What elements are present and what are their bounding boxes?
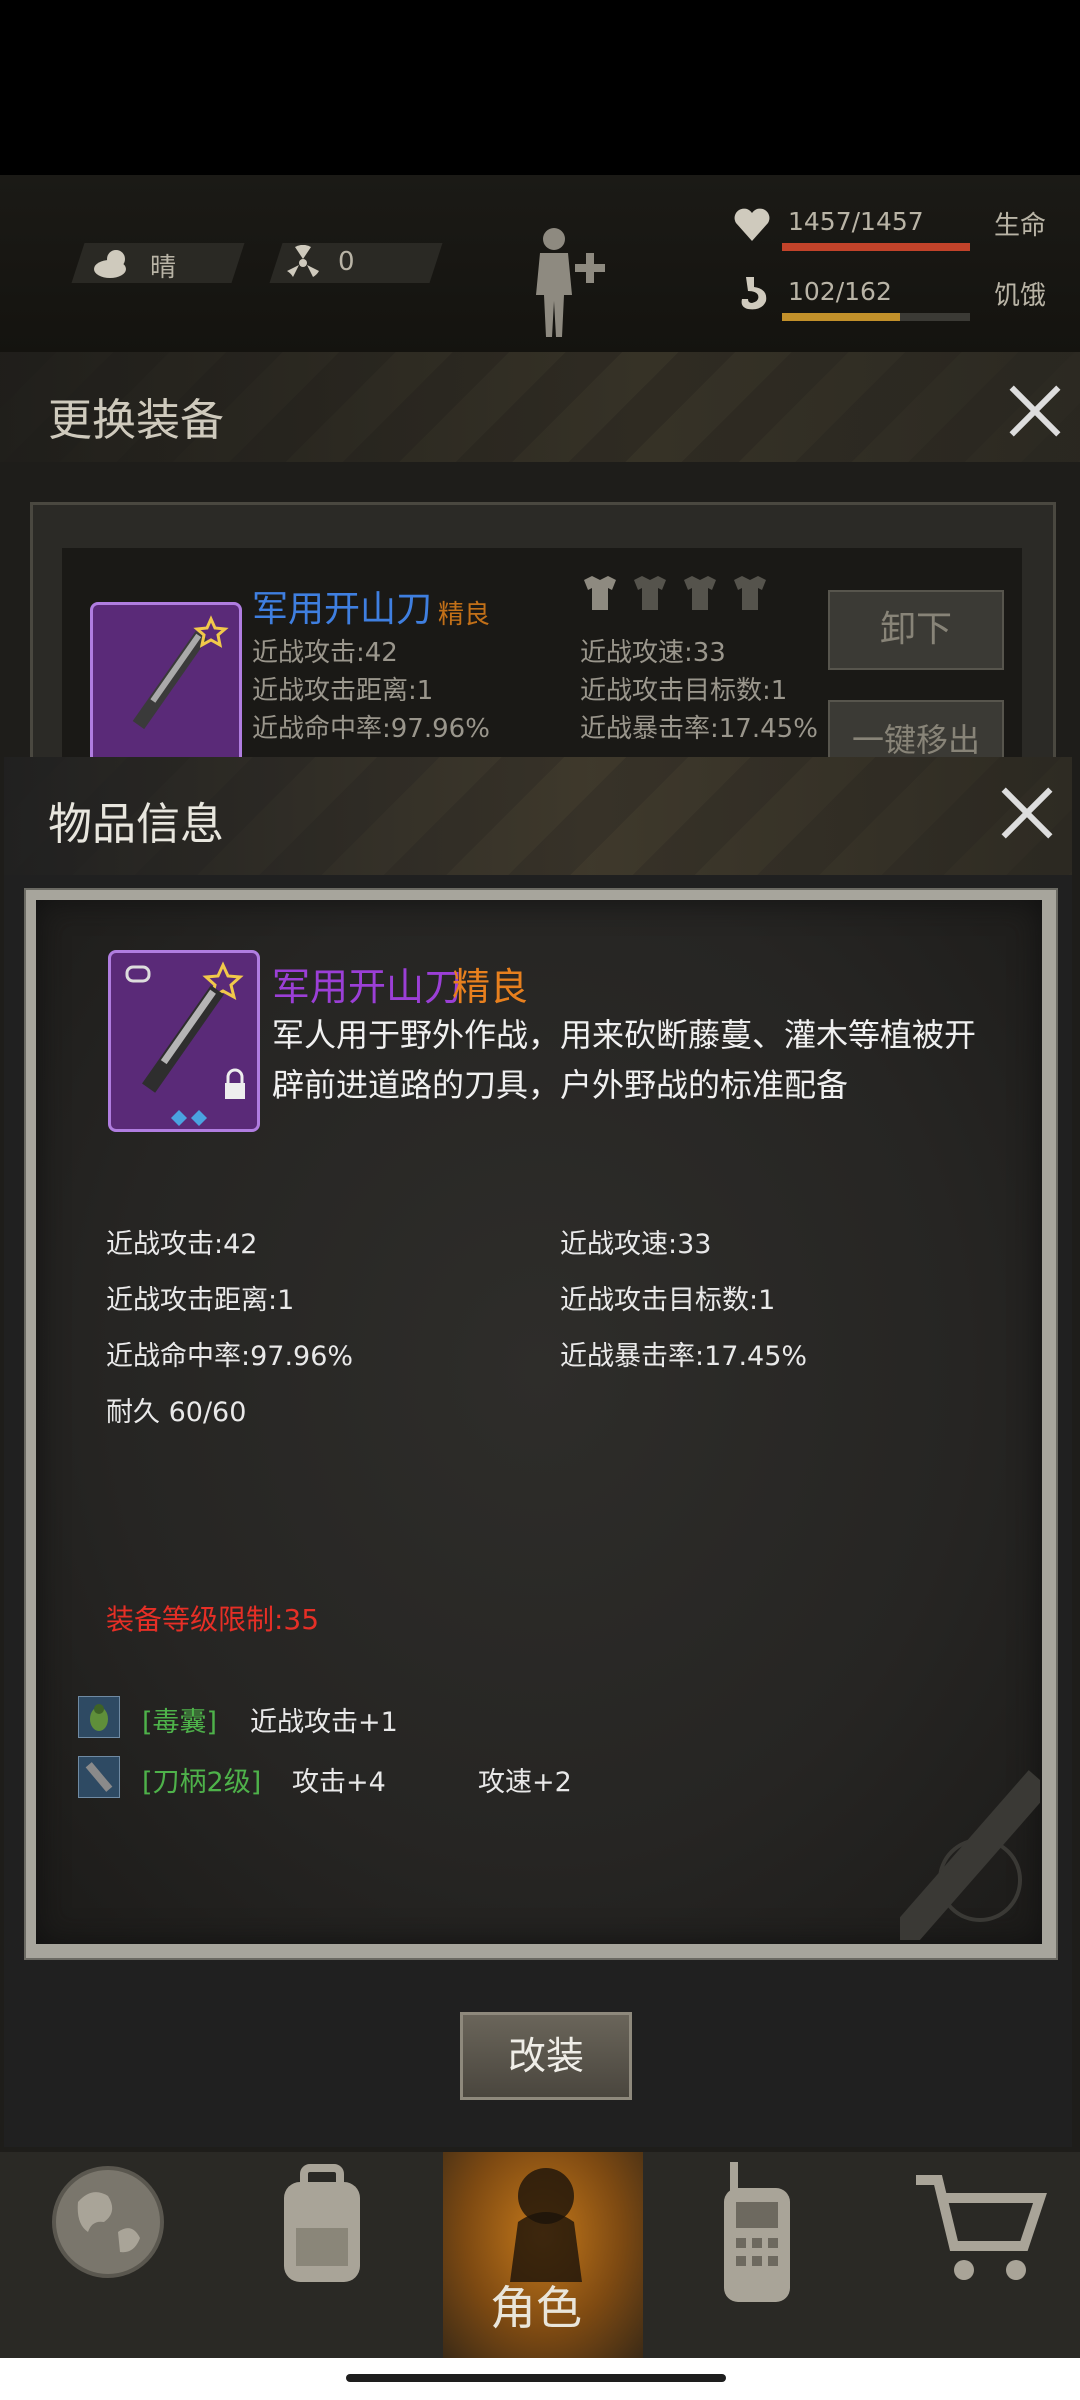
radiation-icon — [287, 245, 319, 277]
equipped-item-quality: 精良 — [438, 600, 491, 630]
item-description: 军人用于野外作战，用来砍断藤蔓、灌木等植被开辟前进道路的刀具，户外野战的标准配备 — [272, 1016, 977, 1104]
item-icon — [108, 950, 260, 1132]
equipment-title: 更换装备 — [48, 395, 224, 446]
stat-melee-range: 近战攻击距离:1 — [106, 1285, 295, 1316]
equip-stat-melee-hit: 近战命中率:97.96% — [252, 714, 490, 744]
stat-melee-crit: 近战暴击率:17.45% — [560, 1341, 808, 1372]
stat-durability: 耐久 60/60 — [106, 1397, 247, 1428]
level-limit: 装备等级限制:35 — [106, 1603, 320, 1636]
hud: 晴 0 1457/1457 生命 102/162 饥饿 — [0, 175, 1080, 355]
backpack-icon[interactable] — [262, 2162, 382, 2292]
stat-melee-hit: 近战命中率:97.96% — [106, 1341, 354, 1372]
health-label: 生命 — [994, 211, 1047, 241]
equip-stat-melee-attack: 近战攻击:42 — [252, 638, 398, 668]
equip-stat-melee-crit: 近战暴击率:17.45% — [580, 714, 818, 744]
stomach-icon — [741, 277, 767, 310]
mod-effect-0: 近战攻击+1 — [250, 1707, 398, 1738]
equip-stat-melee-targets: 近战攻击目标数:1 — [580, 676, 788, 706]
stat-melee-speed: 近战攻速:33 — [560, 1229, 712, 1260]
mod-effect-1b: 攻速+2 — [478, 1767, 572, 1798]
stat-melee-attack: 近战攻击:42 — [106, 1229, 258, 1260]
modify-button[interactable]: 改装 — [460, 2012, 632, 2100]
unequip-button[interactable]: 卸下 — [828, 590, 1004, 670]
armor-slots-icon — [584, 576, 766, 610]
radio-icon[interactable] — [712, 2158, 802, 2308]
item-quality: 精良 — [452, 965, 529, 1009]
body-status-icon[interactable] — [520, 225, 620, 345]
radiation-value: 0 — [338, 247, 355, 277]
character-icon[interactable] — [492, 2162, 602, 2282]
health-bar-fill — [782, 243, 970, 251]
cloud-sun-icon — [94, 250, 126, 278]
world-icon[interactable] — [48, 2162, 168, 2282]
weather-text: 晴 — [150, 253, 177, 283]
equipment-close-icon[interactable] — [1008, 384, 1062, 438]
handle-mod-icon — [78, 1756, 120, 1798]
mod-name-1: [刀柄2级] — [142, 1767, 262, 1798]
item-info-title: 物品信息 — [48, 799, 224, 850]
radiation-watermark-icon — [900, 1770, 1040, 1940]
equip-stat-melee-range: 近战攻击距离:1 — [252, 676, 434, 706]
status-bar-area — [0, 0, 1080, 175]
equipped-item-name: 军用开山刀 — [252, 589, 433, 630]
cart-icon[interactable] — [912, 2170, 1052, 2290]
stat-melee-targets: 近战攻击目标数:1 — [560, 1285, 776, 1316]
poison-sac-mod-icon — [78, 1696, 120, 1738]
heart-icon — [734, 208, 770, 241]
hunger-label: 饥饿 — [994, 281, 1047, 311]
health-value: 1457/1457 — [788, 207, 924, 236]
mod-effect-1a: 攻击+4 — [292, 1767, 386, 1798]
hunger-value: 102/162 — [788, 277, 892, 306]
item-name: 军用开山刀 — [272, 965, 463, 1009]
nav-label-character: 角色 — [490, 2281, 582, 2335]
equipped-item-icon[interactable] — [90, 602, 242, 768]
item-info-close-icon[interactable] — [1000, 786, 1054, 840]
equip-stat-melee-speed: 近战攻速:33 — [580, 638, 726, 668]
hunger-bar-fill — [782, 313, 901, 321]
home-indicator[interactable] — [346, 2374, 726, 2382]
mod-name-0: [毒囊] — [142, 1707, 218, 1738]
